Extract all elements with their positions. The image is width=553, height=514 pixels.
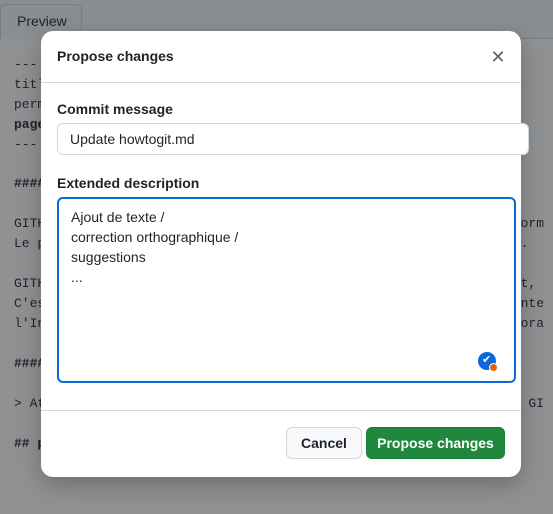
propose-changes-dialog: Propose changes ✕ Commit message Extende… <box>41 31 529 478</box>
propose-changes-button[interactable]: Propose changes <box>366 427 505 459</box>
grammar-check-icon[interactable]: ✔ <box>478 352 498 372</box>
commit-message-input[interactable] <box>57 123 529 155</box>
dialog-header: Propose changes ✕ <box>41 31 521 83</box>
commit-message-label: Commit message <box>57 101 173 117</box>
dialog-footer: Cancel Propose changes <box>41 410 521 478</box>
dialog-title: Propose changes <box>57 48 174 64</box>
cancel-button[interactable]: Cancel <box>286 427 362 459</box>
close-icon: ✕ <box>490 47 506 67</box>
close-button[interactable]: ✕ <box>489 48 507 66</box>
extended-description-label: Extended description <box>57 175 200 191</box>
extended-description-textarea[interactable]: Ajout de texte / correction orthographiq… <box>57 197 516 383</box>
notification-dot <box>489 363 498 372</box>
